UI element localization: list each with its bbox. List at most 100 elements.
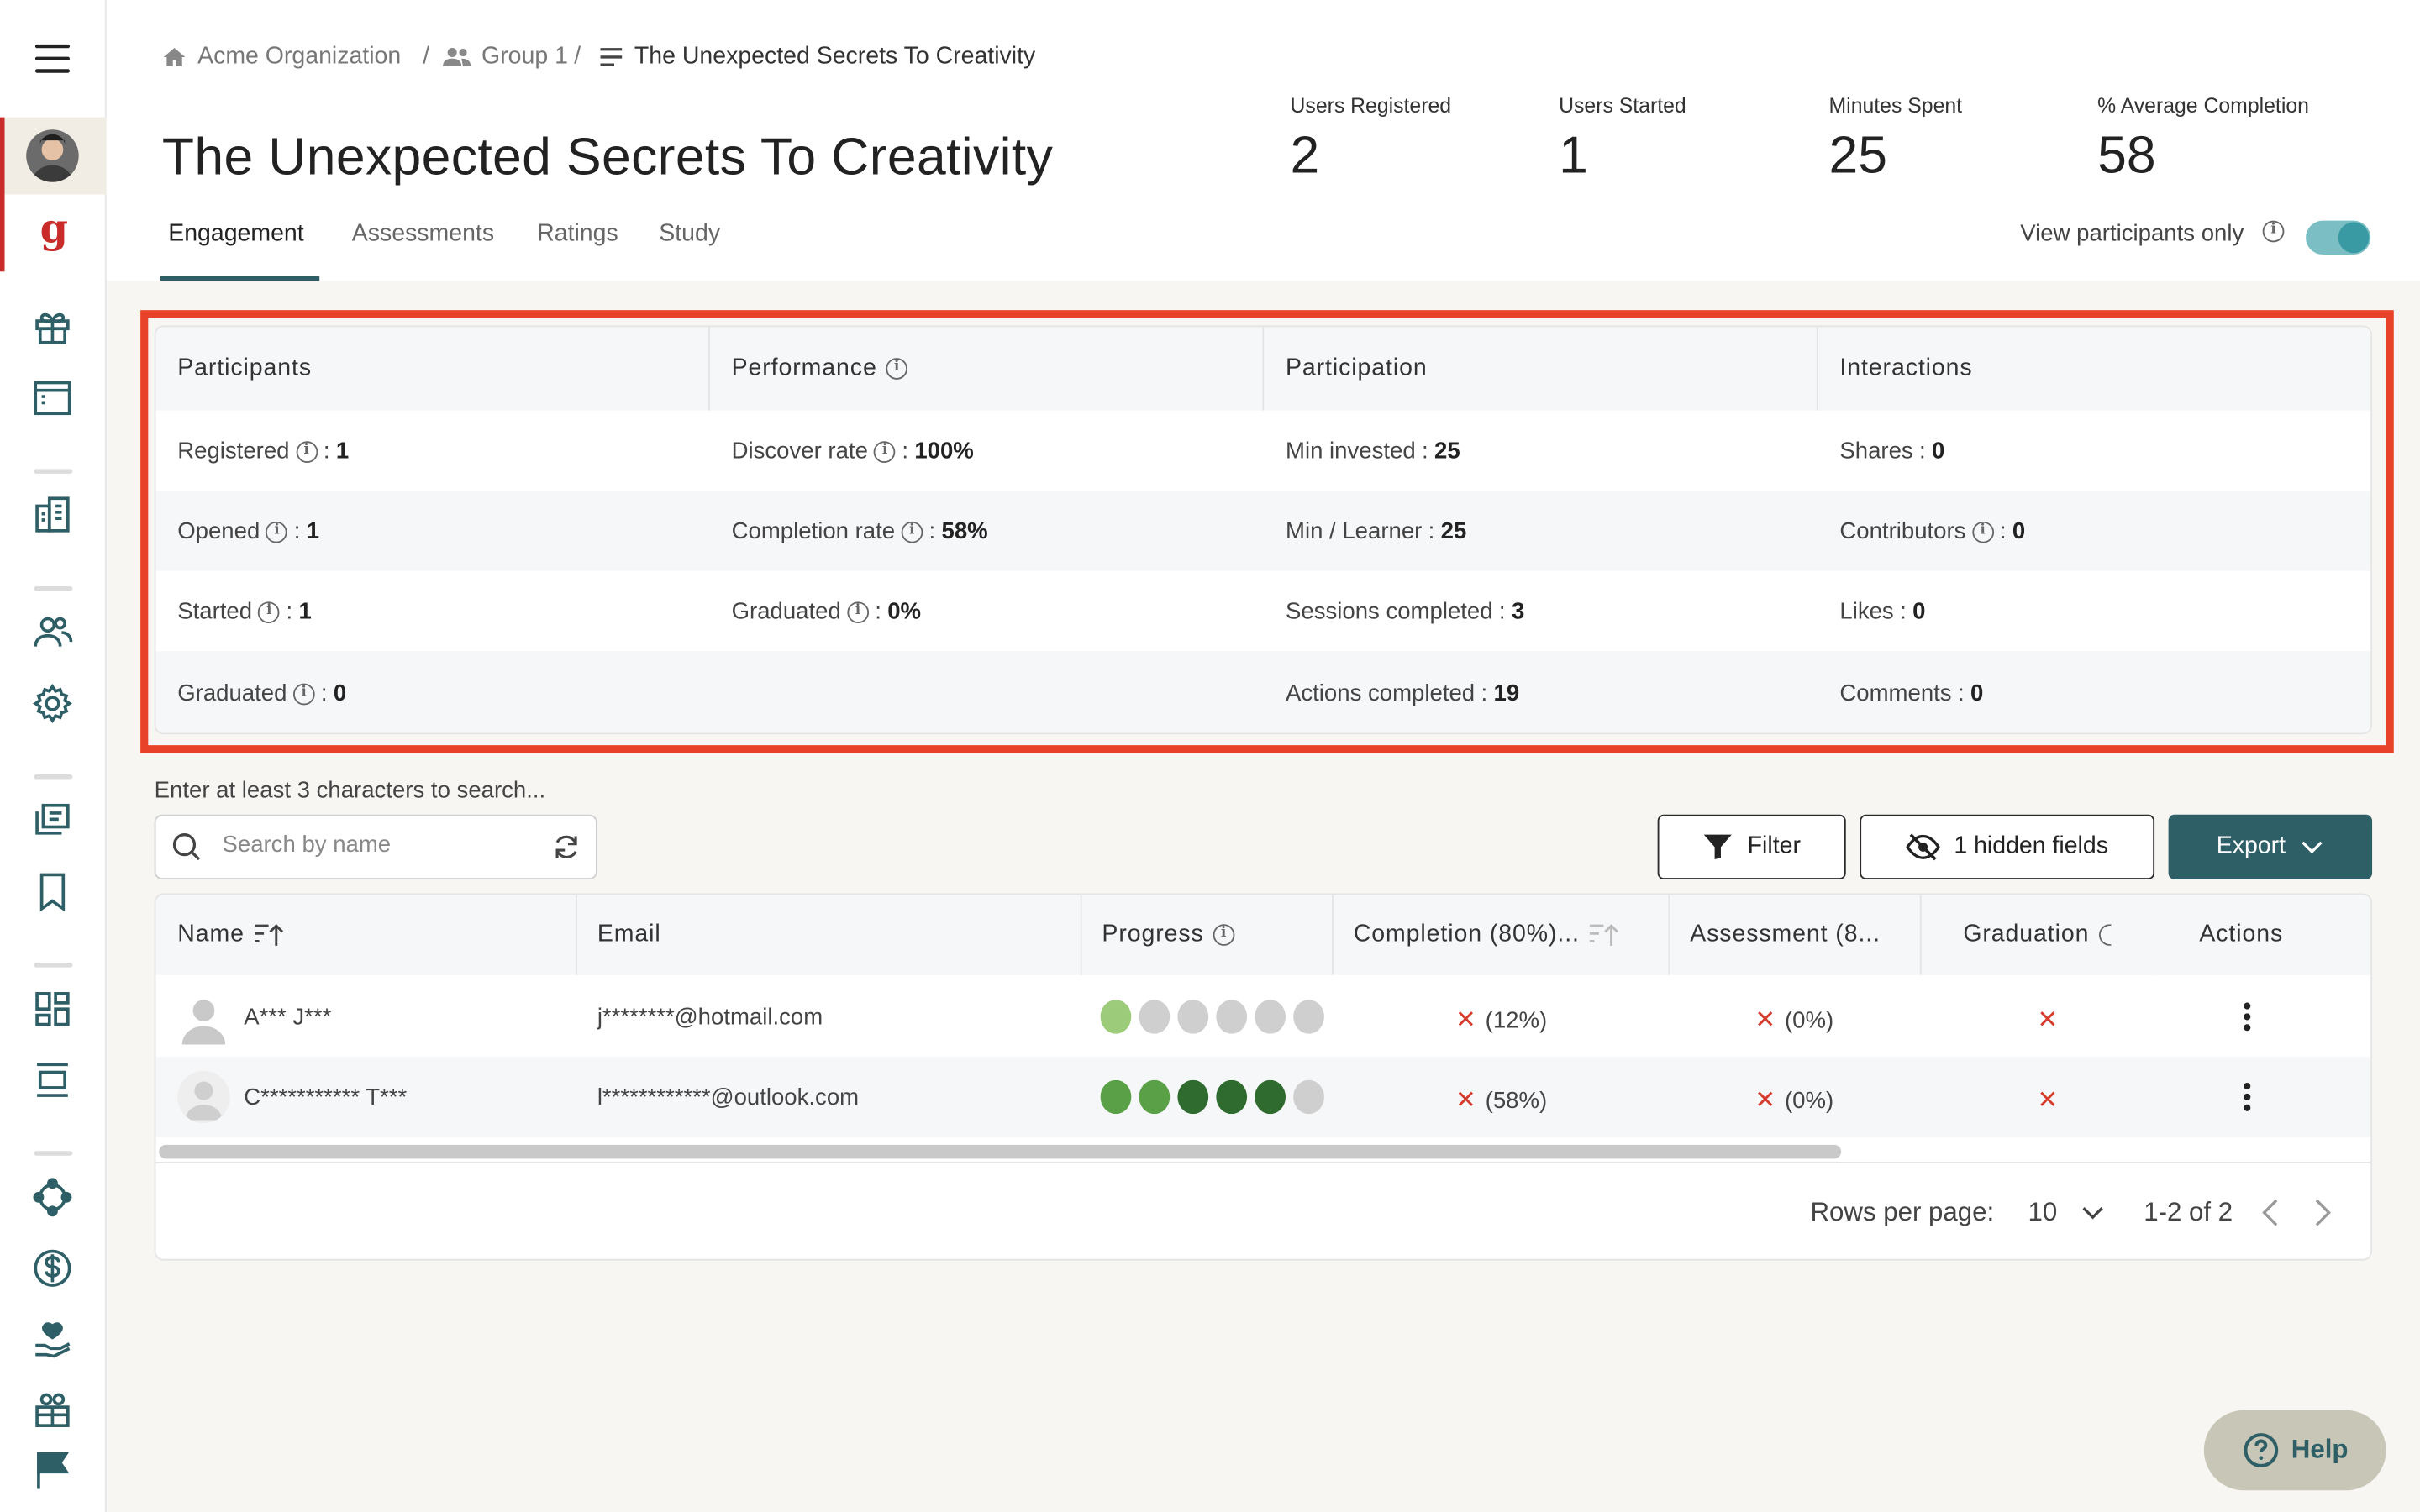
filter-button[interactable]: Filter [1657,814,1846,879]
column-header-actions: Actions [2153,895,2371,975]
stat-value: 1 [1559,126,1588,186]
layout-list-icon[interactable] [31,1058,74,1101]
previous-page-icon[interactable] [2260,1197,2281,1228]
column-header-label: Email [597,921,661,948]
info-icon[interactable]: i [266,520,288,543]
breadcrumb-group[interactable]: Group 1 [441,43,568,71]
sidebar-divider [34,469,73,474]
building-icon[interactable] [31,494,74,537]
column-header-name[interactable]: Name [155,895,577,975]
info-icon[interactable]: i [258,601,281,623]
sort-ascending-icon[interactable] [254,921,285,949]
stat-sessions-completed: Sessions completed:3 [1286,598,1525,625]
view-participants-toggle[interactable] [2306,220,2371,255]
horizontal-scrollbar[interactable] [159,1144,1842,1159]
info-icon[interactable]: i [874,440,896,463]
column-header-email[interactable]: Email [576,895,1082,975]
settings-gear-icon[interactable] [31,682,74,725]
tab-engagement[interactable]: Engagement [168,221,303,249]
dollar-icon[interactable] [31,1247,74,1289]
stat-value: 0 [1912,598,1926,625]
progress-dots [1100,1079,1333,1115]
engagement-summary: Participants Performance i Participation … [154,325,2373,735]
info-icon[interactable]: i [292,682,315,705]
info-icon[interactable]: i [295,440,318,463]
participant-name[interactable]: A*** J*** [244,1005,331,1031]
info-icon[interactable]: i [886,358,908,380]
stat-value: 0 [1932,438,1945,465]
column-header-label: Graduation [1963,921,2112,949]
progress-dot [1293,1079,1324,1115]
help-label: Help [2291,1435,2349,1465]
column-header-completion[interactable]: Completion (80%)... [1333,895,1670,975]
search-input[interactable] [222,832,531,858]
dashboard-grid-icon[interactable] [31,988,74,1031]
bookmark-icon[interactable] [31,870,74,913]
filter-button-label: Filter [1747,832,1801,860]
info-icon[interactable]: i [1213,924,1235,946]
sort-icon[interactable] [1589,921,1620,949]
column-header-text: Progress [1102,921,1204,948]
summary-row [156,411,2371,491]
tab-ratings[interactable]: Ratings [537,221,618,249]
chevron-down-icon [2082,1206,2103,1220]
table-divider [155,1162,2371,1163]
users-icon[interactable] [31,611,74,654]
stat-label: Likes [1839,598,1894,625]
info-icon[interactable]: i [847,601,869,623]
breadcrumb-org-label: Acme Organization [197,43,402,70]
sidebar-divider [34,1151,73,1156]
user-avatar[interactable] [26,129,79,182]
column-header-text: Name [177,921,245,948]
progress-dot [1139,1000,1171,1034]
eye-off-icon [1906,833,1940,861]
flag-icon[interactable] [31,1447,74,1490]
progress-dot [1216,1000,1248,1034]
tab-assessments[interactable]: Assessments [352,221,494,249]
browser-window-icon[interactable] [31,376,74,419]
participant-name[interactable]: C*********** T*** [244,1084,407,1110]
progress-dot [1177,1079,1209,1115]
hamburger-menu-icon[interactable] [31,37,74,80]
completion-value: ✕ (58%) [1455,1084,1547,1116]
breadcrumb-org[interactable]: Acme Organization [160,43,401,71]
rows-per-page-select[interactable]: 10 [2028,1197,2103,1228]
export-button[interactable]: Export [2168,814,2373,879]
help-button[interactable]: Help [2203,1410,2386,1491]
column-header-label: Name [177,921,284,949]
stat-actions-completed: Actions completed:19 [1286,680,1520,707]
row-actions-menu-icon[interactable] [2232,998,2263,1035]
column-header-progress[interactable]: Progress i [1081,895,1334,975]
table-row[interactable]: C*********** T*** l************@outlook.… [155,1057,2371,1137]
column-header-label: Actions [2199,921,2284,948]
stat-label: Min / Learner [1286,518,1423,545]
refresh-icon[interactable] [551,832,582,863]
stat-value: 0% [887,598,922,625]
brand-logo-icon[interactable]: g [37,208,71,255]
next-page-icon[interactable] [2312,1197,2333,1228]
info-icon[interactable]: i [2262,220,2285,243]
summary-row [156,571,2371,652]
stat-value: 0 [1970,680,1984,707]
summary-header-text: Performance [731,354,877,381]
tab-study[interactable]: Study [659,221,720,249]
search-hint: Enter at least 3 characters to search... [154,777,546,804]
hidden-fields-button[interactable]: 1 hidden fields [1860,814,2155,879]
summary-header-performance: Performance i [709,327,1265,411]
home-icon [163,47,186,66]
column-header-assessment[interactable]: Assessment (8... [1670,895,1922,975]
library-icon[interactable] [31,799,74,842]
stat-label: Started [177,598,253,625]
info-icon[interactable]: i [1971,520,1994,543]
info-icon[interactable]: i [901,520,923,543]
heart-hand-icon[interactable] [31,1318,74,1361]
column-header-graduation[interactable]: Graduation [1921,895,2154,975]
integrations-icon[interactable] [31,1176,74,1219]
gift-icon[interactable] [31,306,74,349]
gift-box-icon[interactable] [31,1389,74,1431]
row-actions-menu-icon[interactable] [2232,1079,2263,1116]
info-icon[interactable] [2098,924,2112,946]
stat-value: 19 [1493,680,1520,707]
stat-label: Users Registered [1290,94,1452,118]
table-row[interactable]: A*** J*** j********@hotmail.com ✕ (12%) ✕… [156,977,2371,1058]
